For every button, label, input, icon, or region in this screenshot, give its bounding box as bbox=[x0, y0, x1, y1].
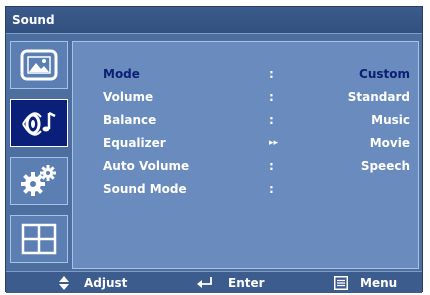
title-bar: Sound bbox=[6, 7, 422, 34]
menu-item-label: Equalizer bbox=[103, 136, 166, 150]
menu-item-label: Mode bbox=[103, 67, 140, 81]
footer-hint-bar: Adjust Enter Menu bbox=[6, 271, 422, 293]
menu-list-icon bbox=[334, 276, 348, 290]
menu-item-label: Sound Mode bbox=[103, 182, 187, 196]
menu-item-separator: : bbox=[269, 159, 274, 173]
picture-icon bbox=[20, 49, 58, 81]
sound-osd-window: Sound Mode: Custom Volume: Standard Ba… bbox=[5, 6, 423, 293]
menu-item-separator: : bbox=[269, 182, 274, 196]
menu-item-label: Balance bbox=[103, 113, 157, 127]
sound-menu-panel: Mode : Custom Volume : Standard Balance … bbox=[72, 41, 419, 269]
mode-option-standard[interactable]: Standard bbox=[348, 90, 410, 104]
menu-item-label: Volume bbox=[103, 90, 154, 104]
layout-grid-icon bbox=[21, 223, 57, 255]
submenu-arrow-icon: ▸▸ bbox=[269, 138, 279, 148]
sound-icon bbox=[22, 111, 56, 136]
window-title: Sound bbox=[12, 13, 55, 27]
menu-row-equalizer[interactable]: Equalizer ▸▸ Movie bbox=[73, 136, 418, 156]
menu-row-volume[interactable]: Volume : Standard bbox=[73, 90, 418, 110]
mode-option-movie[interactable]: Movie bbox=[370, 136, 410, 150]
sidebar-item-sound[interactable] bbox=[10, 99, 68, 147]
setup-gears-icon bbox=[21, 165, 56, 196]
menu-item-separator: : bbox=[269, 67, 274, 81]
mode-option-speech[interactable]: Speech bbox=[361, 159, 410, 173]
menu-row-auto-volume[interactable]: Auto Volume : Speech bbox=[73, 159, 418, 179]
footer-enter-label: Enter bbox=[228, 276, 265, 290]
menu-item-separator: : bbox=[269, 90, 274, 104]
menu-item-label: Auto Volume bbox=[103, 159, 190, 173]
mode-option-music[interactable]: Music bbox=[371, 113, 410, 127]
footer-adjust-label: Adjust bbox=[84, 276, 128, 290]
sidebar-item-picture[interactable] bbox=[10, 41, 68, 89]
mode-option-custom[interactable]: Custom bbox=[359, 67, 410, 81]
menu-item-separator: : bbox=[269, 113, 274, 127]
menu-row-sound-mode[interactable]: Sound Mode : bbox=[73, 182, 418, 202]
menu-row-mode[interactable]: Mode : Custom bbox=[73, 67, 418, 87]
sidebar-item-layout[interactable] bbox=[10, 215, 68, 263]
up-down-arrows-icon bbox=[59, 276, 69, 290]
menu-row-balance[interactable]: Balance : Music bbox=[73, 113, 418, 133]
footer-menu-label: Menu bbox=[360, 276, 398, 290]
enter-return-icon bbox=[197, 277, 212, 288]
sidebar-item-setup[interactable] bbox=[10, 157, 68, 205]
